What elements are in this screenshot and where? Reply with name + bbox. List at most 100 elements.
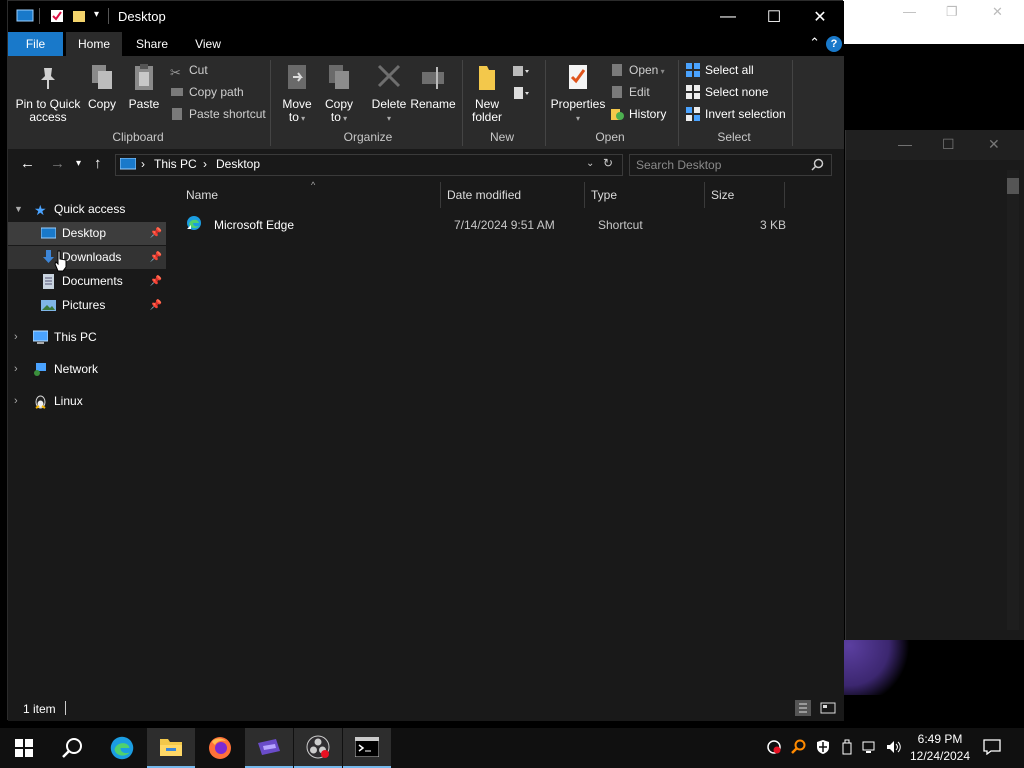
close-icon[interactable]: ✕ (992, 4, 1003, 20)
taskbar-firefox[interactable] (196, 728, 244, 768)
taskbar-app-purple[interactable] (245, 728, 293, 768)
new-folder-quick-icon[interactable] (72, 9, 86, 23)
tray-network-icon[interactable] (862, 739, 878, 757)
title-bar[interactable]: ▾ Desktop — ☐ ✕ (8, 1, 844, 32)
up-arrow-icon[interactable]: ↑ (94, 155, 102, 172)
copy-path-button[interactable]: Copy path (170, 83, 244, 101)
column-header-name[interactable]: Name (186, 188, 218, 202)
properties-button[interactable]: Properties ▾ (550, 62, 606, 125)
paste-button[interactable]: Paste (125, 62, 163, 111)
file-type: Shortcut (598, 218, 643, 232)
new-item-icon[interactable] (512, 64, 530, 78)
minimize-button[interactable]: — (705, 1, 751, 32)
minimize-icon[interactable]: — (903, 4, 916, 19)
taskbar-edge[interactable] (98, 728, 146, 768)
scrollbar-thumb[interactable] (1007, 178, 1019, 194)
customize-quick-access-icon[interactable]: ▾ (94, 9, 99, 20)
ribbon-home: Pin to Quick access Copy Paste ✂ Cut Copy… (8, 56, 844, 150)
invert-selection-button[interactable]: Invert selection (686, 105, 786, 123)
tab-home[interactable]: Home (66, 32, 122, 56)
search-button[interactable] (48, 728, 96, 768)
search-input[interactable] (636, 157, 806, 172)
address-bar[interactable]: › This PC › Desktop ⌄ ↻ (115, 154, 623, 176)
tab-share[interactable]: Share (126, 32, 178, 56)
column-separator[interactable] (704, 182, 705, 208)
rename-button[interactable]: Rename (410, 62, 456, 111)
clock-time[interactable]: 6:49 PM (910, 732, 970, 746)
collapsed-chevron-icon[interactable]: › (14, 326, 18, 349)
nav-network[interactable]: › Network (8, 358, 166, 381)
nav-item-pictures[interactable]: Pictures 📌 (8, 294, 166, 317)
text-caret (65, 701, 66, 715)
tray-volume-icon[interactable] (886, 739, 902, 757)
search-icon[interactable] (811, 158, 824, 171)
nav-quick-access[interactable]: ▼ ★ Quick access (8, 198, 166, 221)
close-button[interactable]: ✕ (797, 1, 843, 32)
address-dropdown-icon[interactable]: ⌄ (586, 158, 594, 169)
new-folder-button[interactable]: New folder (468, 62, 506, 124)
breadcrumb-this-pc[interactable]: This PC (154, 157, 197, 171)
taskbar-file-explorer[interactable] (147, 728, 195, 768)
column-separator[interactable] (440, 182, 441, 208)
tray-search-tool-icon[interactable] (790, 739, 806, 757)
large-icons-view-icon[interactable] (820, 700, 836, 716)
collapsed-chevron-icon[interactable]: › (14, 358, 18, 381)
properties-quick-icon[interactable] (50, 9, 64, 23)
expanded-chevron-icon[interactable]: ▼ (14, 198, 23, 221)
tab-view[interactable]: View (184, 32, 232, 56)
column-header-size[interactable]: Size (711, 188, 734, 202)
forward-arrow-icon[interactable]: → (50, 155, 65, 172)
column-header-type[interactable]: Type (591, 188, 617, 202)
taskbar: 6:49 PM 12/24/2024 (0, 728, 1024, 768)
maximize-icon[interactable]: ☐ (942, 136, 955, 153)
taskbar-obs[interactable] (294, 728, 342, 768)
delete-button[interactable]: Delete ▾ (369, 62, 409, 125)
tray-usb-icon[interactable] (839, 739, 855, 757)
collapse-ribbon-icon[interactable]: ⌃ (809, 35, 820, 51)
minimize-icon[interactable]: — (898, 136, 912, 152)
start-button[interactable] (0, 728, 48, 768)
recent-locations-icon[interactable]: ▾ (76, 158, 81, 169)
open-button[interactable]: Open ▾ (610, 61, 665, 79)
paste-shortcut-button[interactable]: Paste shortcut (170, 105, 266, 123)
help-icon[interactable]: ? (826, 36, 842, 52)
select-all-button[interactable]: Select all (686, 61, 754, 79)
column-header-date-modified[interactable]: Date modified (447, 188, 521, 202)
star-icon: ★ (34, 202, 47, 218)
close-icon[interactable]: ✕ (988, 136, 1000, 153)
notification-center-icon[interactable] (983, 739, 1001, 757)
restore-icon[interactable]: ❐ (946, 4, 958, 20)
copy-to-button[interactable]: Copy to ▾ (320, 62, 358, 125)
file-date-modified: 7/14/2024 9:51 AM (454, 218, 555, 232)
history-button[interactable]: History (610, 105, 666, 123)
nav-item-downloads[interactable]: Downloads 📌 (8, 246, 166, 269)
nav-linux[interactable]: › Linux (8, 390, 166, 413)
easy-access-icon[interactable] (512, 86, 530, 100)
collapsed-chevron-icon[interactable]: › (14, 390, 18, 413)
clock-date[interactable]: 12/24/2024 (905, 749, 975, 763)
pin-to-quick-access-button[interactable]: Pin to Quick access (14, 62, 82, 124)
select-none-button[interactable]: Select none (686, 83, 768, 101)
copy-button[interactable]: Copy (85, 62, 119, 111)
refresh-icon[interactable]: ↻ (603, 156, 613, 170)
column-separator[interactable] (584, 182, 585, 208)
maximize-button[interactable]: ☐ (751, 1, 797, 32)
details-view-icon[interactable] (795, 700, 811, 716)
scrollbar[interactable] (1007, 170, 1019, 630)
file-name[interactable]: Microsoft Edge (214, 218, 294, 232)
breadcrumb-desktop[interactable]: Desktop (216, 157, 260, 171)
nav-this-pc[interactable]: › This PC (8, 326, 166, 349)
search-box[interactable] (629, 154, 832, 176)
tab-file[interactable]: File (8, 32, 63, 56)
tray-defender-shield-icon[interactable] (815, 739, 831, 757)
taskbar-terminal[interactable] (343, 728, 391, 768)
back-arrow-icon[interactable]: ← (20, 155, 35, 172)
nav-item-desktop[interactable]: Desktop 📌 (8, 222, 166, 245)
nav-item-documents[interactable]: Documents 📌 (8, 270, 166, 293)
divider (270, 60, 271, 146)
column-separator[interactable] (784, 182, 785, 208)
cut-button[interactable]: ✂ Cut (170, 61, 208, 80)
tray-security-icon[interactable] (766, 739, 782, 757)
edit-button[interactable]: Edit (610, 83, 650, 101)
move-to-button[interactable]: Move to ▾ (278, 62, 316, 125)
